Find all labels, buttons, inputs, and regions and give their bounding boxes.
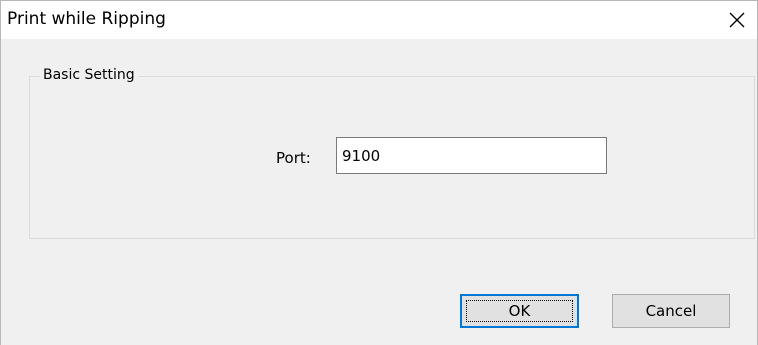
cancel-button[interactable]: Cancel	[612, 294, 730, 328]
port-input[interactable]	[336, 137, 607, 174]
title-bar: Print while Ripping	[1, 1, 757, 39]
close-button[interactable]	[717, 1, 757, 39]
ok-button[interactable]: OK	[460, 294, 579, 328]
close-icon	[729, 12, 745, 28]
port-label: Port:	[276, 149, 311, 167]
ok-button-label: OK	[508, 302, 531, 320]
cancel-button-label: Cancel	[645, 302, 697, 320]
basic-setting-legend: Basic Setting	[40, 66, 138, 84]
dialog-title: Print while Ripping	[7, 9, 166, 29]
print-while-ripping-dialog: Print while Ripping Basic Setting Port: …	[0, 0, 758, 345]
